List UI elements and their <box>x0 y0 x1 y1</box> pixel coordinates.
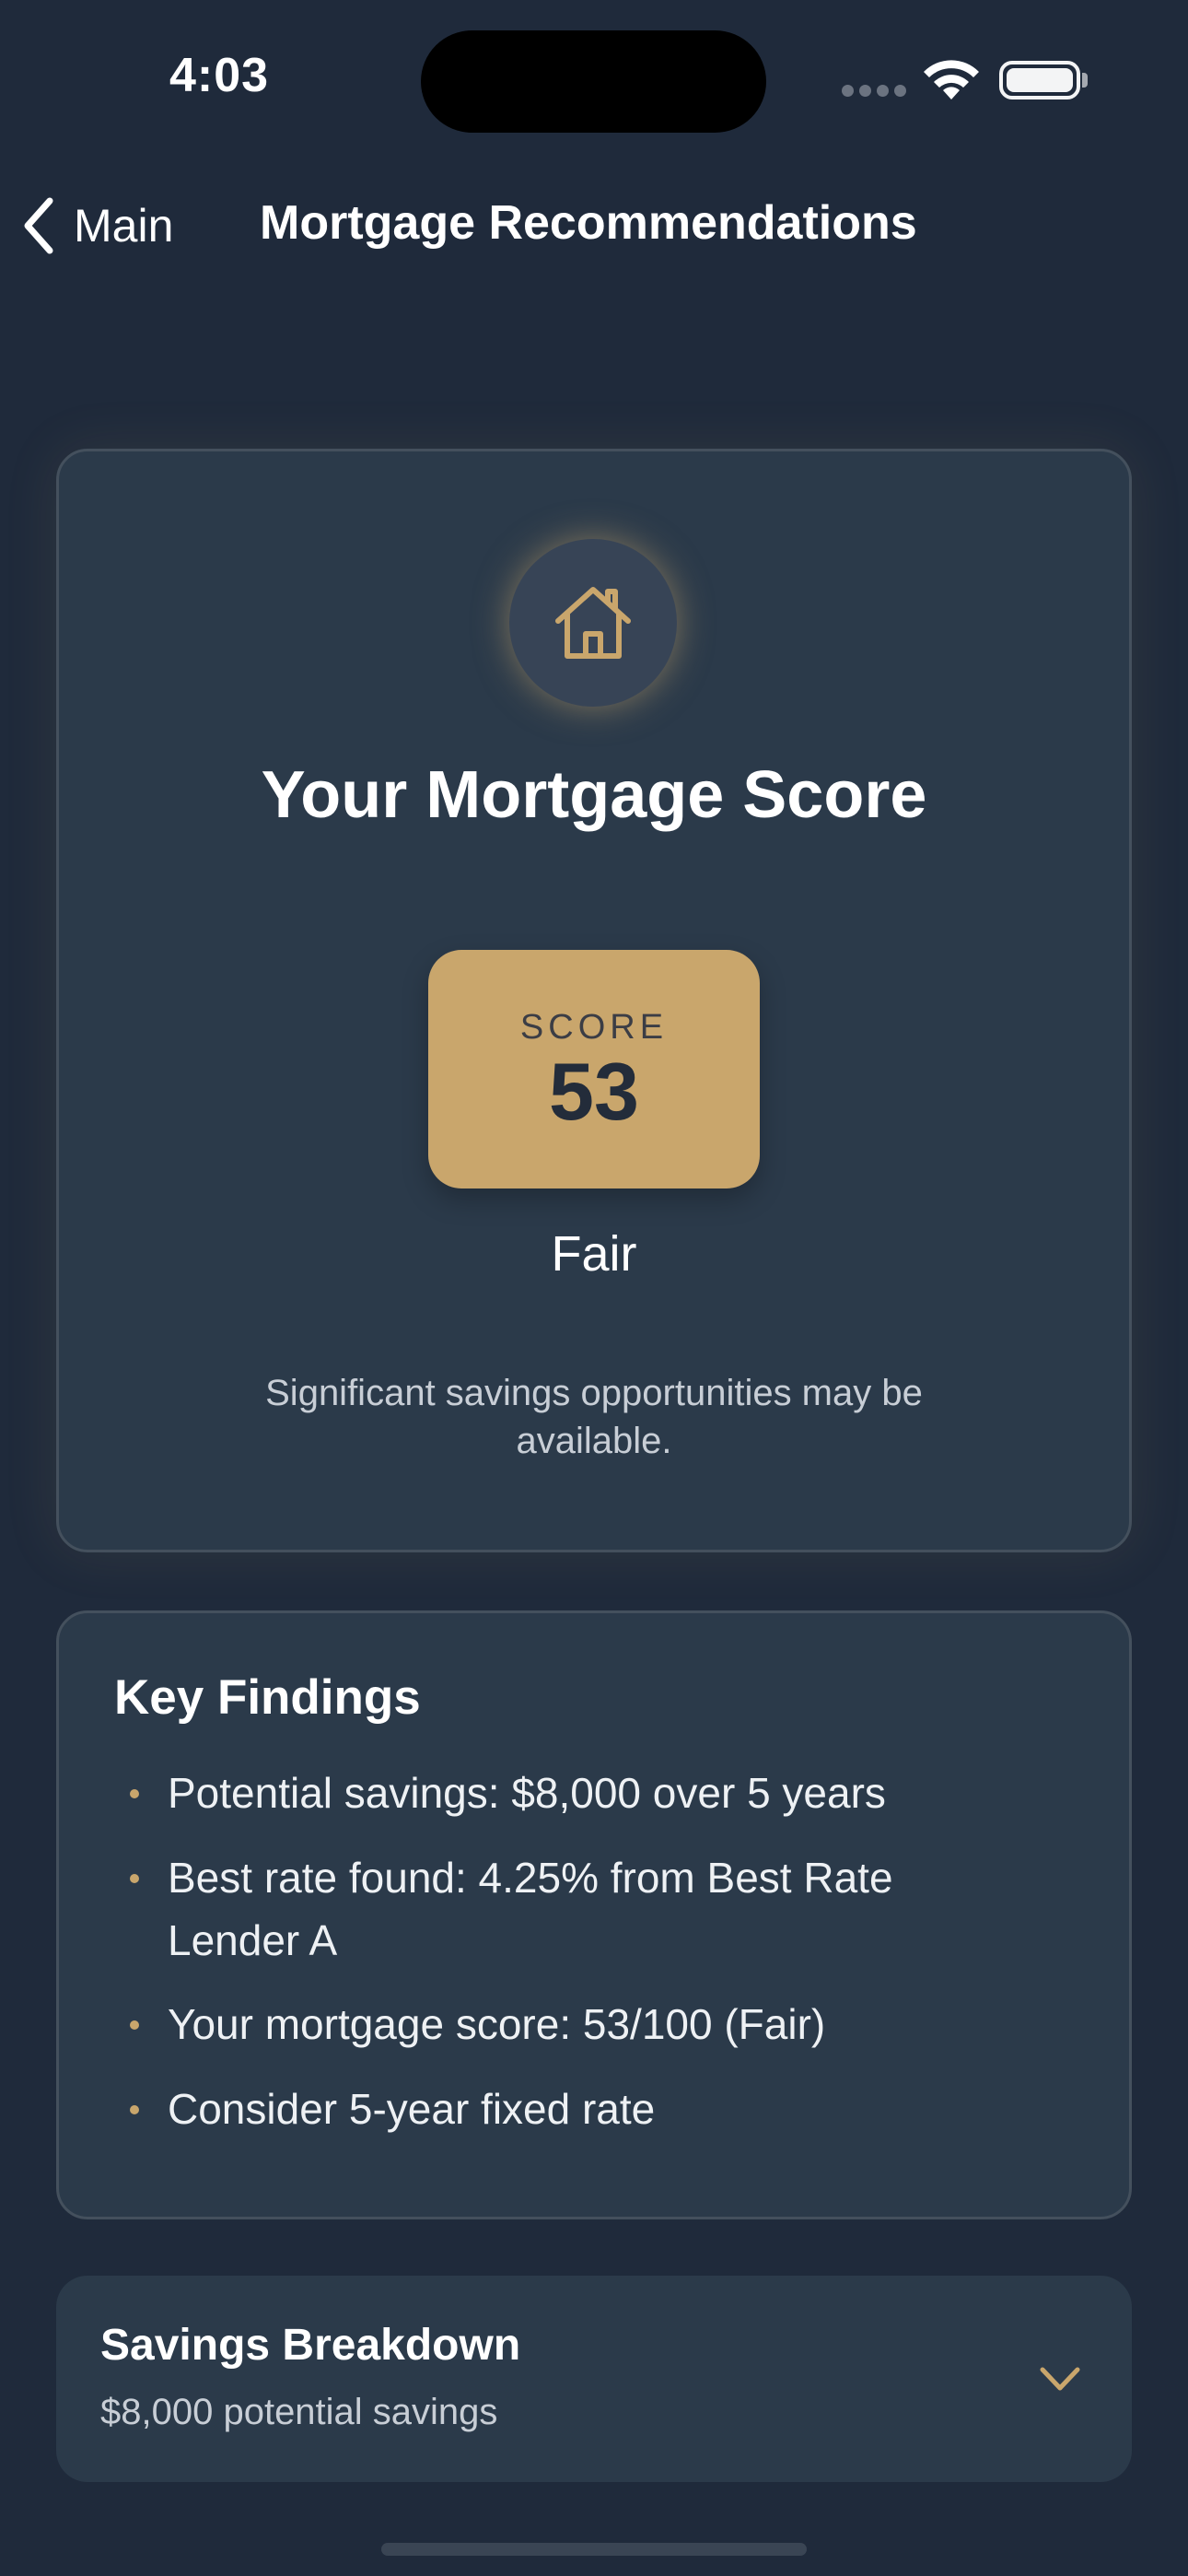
score-description: Significant savings opportunities may be… <box>265 1373 923 1461</box>
score-card-title: Your Mortgage Score <box>261 758 927 832</box>
back-label: Main <box>74 200 174 252</box>
status-time: 4:03 <box>169 49 270 102</box>
finding-item: Potential savings: $8,000 over 5 years <box>168 1769 886 1817</box>
score-label: SCORE <box>519 1008 669 1047</box>
battery-cap <box>1082 73 1088 88</box>
finding-item: Your mortgage score: 53/100 (Fair) <box>168 2000 826 2048</box>
savings-breakdown-title: Savings Breakdown <box>100 2321 521 2370</box>
bullet-icon <box>130 1874 139 1883</box>
house-icon <box>555 587 631 659</box>
back-button[interactable]: Main <box>18 189 173 263</box>
page-title: Mortgage Recommendations <box>260 196 917 250</box>
cellular-signal-icon <box>842 85 906 98</box>
battery-icon <box>999 61 1080 100</box>
wifi-icon <box>921 57 982 103</box>
dynamic-island <box>421 30 766 133</box>
bullet-icon <box>130 1789 139 1798</box>
chevron-left-icon <box>24 197 53 254</box>
bullet-icon <box>130 2020 139 2030</box>
finding-item: Consider 5-year fixed rate <box>168 2085 656 2133</box>
key-findings-title: Key Findings <box>114 1670 421 1725</box>
savings-breakdown-card[interactable] <box>56 2276 1132 2482</box>
chevron-down-icon[interactable] <box>1037 2364 1083 2395</box>
bullet-icon <box>130 2105 139 2114</box>
finding-item: Best rate found: 4.25% from Best Rate Le… <box>168 1854 893 1964</box>
score-value: 53 <box>549 1046 639 1137</box>
house-badge <box>509 539 677 707</box>
home-indicator[interactable] <box>381 2543 807 2556</box>
savings-breakdown-subtitle: $8,000 potential savings <box>100 2392 498 2432</box>
score-rating: Fair <box>551 1226 637 1282</box>
